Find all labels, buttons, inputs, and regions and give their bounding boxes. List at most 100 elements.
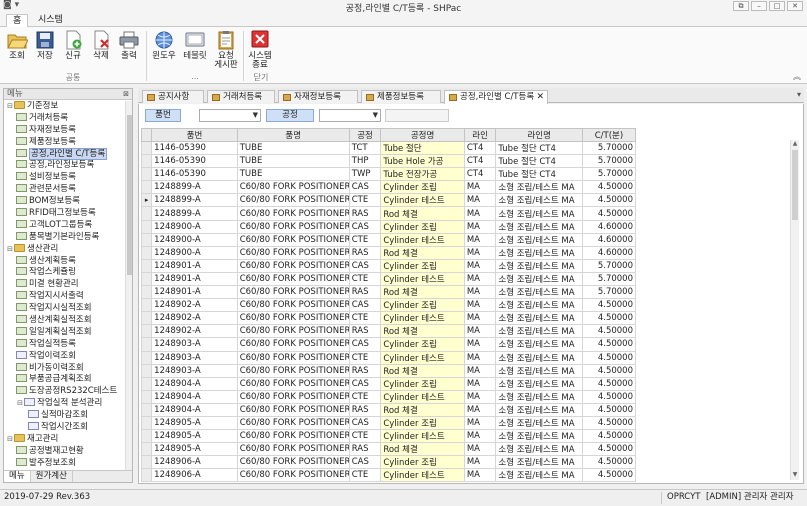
grid-cell[interactable]: 4.50000 <box>581 376 637 391</box>
table-row[interactable]: 1248904-A C60/80 FORK POSITIONER,... RAS Ro… <box>140 402 637 417</box>
panel-tab-menu[interactable]: 메뉴 <box>4 471 31 482</box>
grid-cell[interactable]: MA <box>463 311 497 326</box>
grid-cell[interactable]: 4.50000 <box>581 402 637 417</box>
grid-cell[interactable]: 소형 조립/테스트 MA <box>495 337 583 352</box>
grid-cell[interactable]: 4.60000 <box>581 219 637 234</box>
grid-cell[interactable]: 1248899-A <box>151 180 238 195</box>
table-row[interactable]: 1248905-A C60/80 FORK POSITIONER,... CTE Cy… <box>140 429 637 444</box>
menu-item[interactable]: 설비정보등록 <box>4 172 126 184</box>
column-header[interactable]: 공정명 <box>380 128 465 142</box>
grid-cell[interactable]: 1248904-A <box>151 402 238 417</box>
grid-cell[interactable]: RAS <box>348 363 382 378</box>
menu-item[interactable]: 발주정보조회 <box>4 457 126 470</box>
table-row[interactable]: 1248903-A C60/80 FORK POSITIONER,... RAS Ro… <box>140 363 637 378</box>
grid-cell[interactable]: 4.50000 <box>581 363 637 378</box>
table-row[interactable]: 1248903-A C60/80 FORK POSITIONER,... CTE Cy… <box>140 350 637 365</box>
grid-cell[interactable]: Cylinder 테스트 <box>380 193 465 208</box>
tab-product[interactable]: 제품정보등록 <box>361 90 441 103</box>
table-row[interactable]: 1248902-A C60/80 FORK POSITIONER,... CAS Cy… <box>140 298 637 313</box>
grid-cell[interactable]: 소형 조립/테스트 MA <box>495 193 583 208</box>
table-row[interactable]: ▸ 1248899-A C60/80 FORK POSITIONER,... CTE C… <box>140 193 637 208</box>
table-row[interactable]: 1248905-A C60/80 FORK POSITIONER,... RAS Ro… <box>140 442 637 457</box>
grid-cell[interactable]: MA <box>463 415 497 431</box>
grid-cell[interactable]: CAS <box>348 415 382 431</box>
menu-scrollbar[interactable] <box>125 101 132 471</box>
item-no-select[interactable]: ▼ <box>199 109 261 122</box>
menu-item[interactable]: 관련문서등록 <box>4 184 126 196</box>
grid-cell[interactable]: C60/80 FORK POSITIONER,... <box>236 402 350 417</box>
row-indicator[interactable] <box>140 219 153 234</box>
grid-cell[interactable]: 4.50000 <box>581 442 637 457</box>
grid-cell[interactable]: 1248903-A <box>151 337 238 352</box>
grid-cell[interactable]: Cylinder 테스트 <box>380 311 465 326</box>
grid-cell[interactable]: MA <box>463 389 497 404</box>
grid-cell[interactable]: Rod 체결 <box>380 324 465 339</box>
row-indicator[interactable] <box>140 363 153 378</box>
row-indicator[interactable] <box>140 180 153 195</box>
grid-cell[interactable]: CT4 <box>463 154 497 169</box>
grid-cell[interactable]: C60/80 FORK POSITIONER,... <box>236 245 350 260</box>
grid-cell[interactable]: 5.70000 <box>581 258 637 273</box>
menu-item[interactable]: 비가동이력조회 <box>4 362 126 375</box>
grid-cell[interactable]: MA <box>463 285 497 300</box>
grid-cell[interactable]: C60/80 FORK POSITIONER,... <box>236 324 350 339</box>
grid-cell[interactable]: 1248904-A <box>151 376 238 391</box>
expander-icon[interactable]: ⊟ <box>6 244 14 256</box>
grid-cell[interactable]: 1248901-A <box>151 285 238 300</box>
grid-cell[interactable]: C60/80 FORK POSITIONER,... <box>236 442 350 457</box>
grid-cell[interactable]: 4.50000 <box>581 350 637 365</box>
grid-cell[interactable]: 4.50000 <box>581 298 637 313</box>
grid-cell[interactable]: 1248905-A <box>151 442 238 457</box>
menu-item[interactable]: 작업지시실적조회 <box>4 303 126 315</box>
tab-notice[interactable]: 공지사항 <box>142 90 204 103</box>
grid-cell[interactable]: 1248906-A <box>151 468 238 483</box>
tablet-button[interactable]: 테블릿 <box>181 30 209 61</box>
row-indicator[interactable] <box>140 468 153 483</box>
row-indicator[interactable] <box>140 271 153 287</box>
grid-cell[interactable]: Cylinder 조립 <box>380 219 465 234</box>
menu-item[interactable]: 제품정보등록 <box>4 136 126 149</box>
grid-cell[interactable]: 1248905-A <box>151 415 238 431</box>
grid-cell[interactable]: MA <box>463 298 497 313</box>
row-indicator[interactable] <box>140 389 153 404</box>
row-indicator[interactable] <box>140 402 153 417</box>
column-header[interactable]: 공정 <box>348 128 382 142</box>
grid-cell[interactable]: Tube 절단 <box>380 140 465 156</box>
grid-cell[interactable]: 1248903-A <box>151 350 238 365</box>
row-indicator[interactable] <box>140 350 153 365</box>
grid-cell[interactable]: C60/80 FORK POSITIONER,... <box>236 376 350 391</box>
table-row[interactable]: 1248901-A C60/80 FORK POSITIONER,... CTE Cy… <box>140 271 637 287</box>
close-button[interactable]: ✕ <box>787 1 803 11</box>
table-row[interactable]: 1248899-A C60/80 FORK POSITIONER,... RAS Ro… <box>140 206 637 221</box>
grid-cell[interactable]: C60/80 FORK POSITIONER,... <box>236 180 350 195</box>
expander-icon[interactable]: ⊟ <box>6 101 14 113</box>
grid-scrollbar[interactable]: ▲ ▼ <box>790 140 799 480</box>
row-indicator[interactable] <box>140 245 153 260</box>
grid-cell[interactable]: THP <box>348 154 382 169</box>
grid-cell[interactable]: C60/80 FORK POSITIONER,... <box>236 363 350 378</box>
grid-cell[interactable]: CTE <box>348 389 382 404</box>
grid-cell[interactable]: 소형 조립/테스트 MA <box>495 245 583 260</box>
grid-cell[interactable]: 4.50000 <box>581 415 637 431</box>
grid-cell[interactable]: 소형 조립/테스트 MA <box>495 402 583 417</box>
menu-folder[interactable]: ⊟ 재고관리 <box>4 433 126 446</box>
grid-cell[interactable]: Cylinder 조립 <box>380 298 465 313</box>
grid-cell[interactable]: 1248905-A <box>151 429 238 444</box>
grid-cell[interactable]: 1146-05390 <box>151 167 238 182</box>
grid-cell[interactable]: 소형 조립/테스트 MA <box>495 311 583 326</box>
restore-layout-button[interactable]: ⧉ <box>733 1 749 11</box>
pin-icon[interactable]: ⊠ <box>123 89 129 99</box>
grid-cell[interactable]: 4.50000 <box>581 455 637 470</box>
grid-cell[interactable]: 소형 조립/테스트 MA <box>495 180 583 195</box>
table-row[interactable]: 1248902-A C60/80 FORK POSITIONER,... RAS Ro… <box>140 324 637 339</box>
grid-cell[interactable]: C60/80 FORK POSITIONER,... <box>236 429 350 444</box>
grid-cell[interactable]: 4.50000 <box>581 389 637 404</box>
grid-cell[interactable]: MA <box>463 232 497 247</box>
grid-cell[interactable]: C60/80 FORK POSITIONER,... <box>236 415 350 431</box>
table-row[interactable]: 1248906-A C60/80 FORK POSITIONER,... CTE Cy… <box>140 468 637 483</box>
scroll-up-icon[interactable]: ▲ <box>791 140 799 149</box>
expander-icon[interactable]: ⊟ <box>16 398 24 410</box>
grid-cell[interactable]: 1248899-A <box>151 206 238 221</box>
menu-item[interactable]: 작업이력조회 <box>4 350 126 363</box>
grid-cell[interactable]: CAS <box>348 376 382 391</box>
